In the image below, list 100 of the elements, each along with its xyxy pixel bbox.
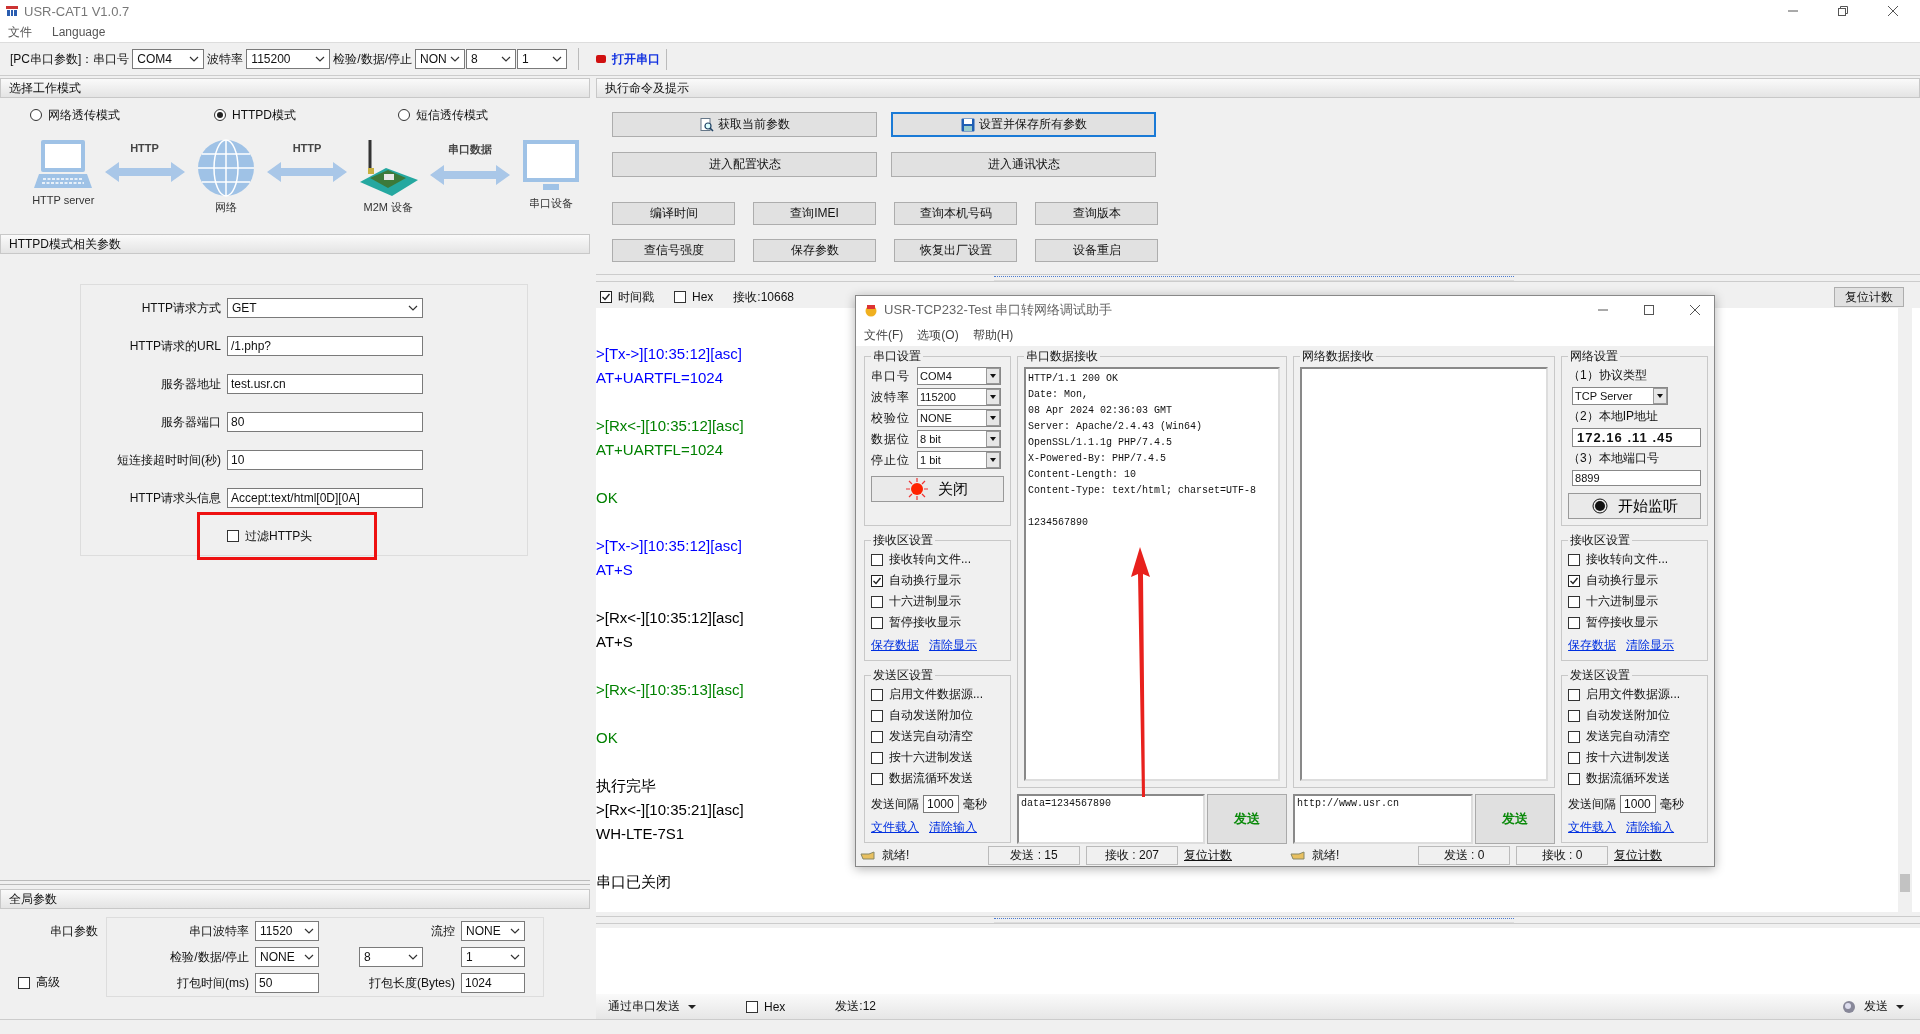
checkbox[interactable] bbox=[600, 291, 612, 303]
dropdown[interactable]: COM4 bbox=[917, 367, 1001, 385]
menu-item[interactable]: 帮助(H) bbox=[972, 326, 1014, 344]
checkbox[interactable] bbox=[1568, 616, 1581, 629]
dropdown[interactable]: TCP Server bbox=[1572, 387, 1669, 405]
checkbox[interactable] bbox=[746, 1000, 758, 1013]
dropdown[interactable]: 11520 bbox=[255, 921, 319, 941]
ip-field[interactable]: 172.16 .11 .45 bbox=[1572, 428, 1701, 447]
reset-count-button[interactable]: 复位计数 bbox=[1834, 287, 1904, 307]
dropdown[interactable]: 115200 bbox=[246, 49, 331, 69]
checkbox[interactable] bbox=[227, 530, 239, 542]
close-port-button[interactable]: 关闭 bbox=[871, 476, 1004, 502]
dropdown[interactable]: NONI bbox=[415, 49, 465, 69]
command-button[interactable]: 设备重启 bbox=[1035, 239, 1158, 262]
link[interactable]: 清除输入 bbox=[929, 819, 977, 836]
dropdown[interactable]: 1 bbox=[517, 49, 567, 69]
command-button[interactable]: 进入配置状态 bbox=[612, 152, 877, 177]
input-field[interactable]: /1.php? bbox=[227, 336, 423, 356]
interval-field[interactable]: 1000 bbox=[1620, 795, 1657, 813]
radio-button[interactable] bbox=[398, 109, 410, 121]
input-field[interactable]: 10 bbox=[227, 450, 423, 470]
checkbox[interactable] bbox=[871, 772, 883, 785]
dropdown[interactable]: 1 bbox=[461, 947, 525, 967]
checkbox[interactable] bbox=[871, 751, 883, 764]
menu-item[interactable]: Language bbox=[52, 25, 106, 39]
radio-button[interactable] bbox=[30, 109, 42, 121]
checkbox[interactable] bbox=[871, 730, 883, 743]
checkbox[interactable] bbox=[674, 291, 686, 303]
link[interactable]: 保存数据 bbox=[871, 637, 919, 654]
checkbox[interactable] bbox=[1568, 751, 1581, 764]
dropdown[interactable]: 8 bbox=[359, 947, 423, 967]
dropdown[interactable]: NONE bbox=[461, 921, 525, 941]
dropdown[interactable]: 8 bit bbox=[917, 430, 1001, 448]
command-button[interactable]: 设置并保存所有参数 bbox=[891, 112, 1156, 137]
checkbox-label: 十六进制显示 bbox=[889, 593, 961, 610]
reset-count-link[interactable]: 复位计数 bbox=[1184, 846, 1232, 864]
command-button[interactable]: 恢复出厂设置 bbox=[894, 239, 1017, 262]
checkbox[interactable] bbox=[1568, 574, 1581, 587]
maximize-icon[interactable] bbox=[1644, 305, 1654, 315]
close-icon[interactable] bbox=[1888, 6, 1898, 16]
send-field[interactable]: data=1234567890 bbox=[1016, 794, 1205, 844]
caret-icon bbox=[986, 431, 1000, 447]
input-field[interactable]: 50 bbox=[255, 973, 319, 993]
splitter-handle[interactable] bbox=[994, 276, 1514, 281]
checkbox[interactable] bbox=[1568, 730, 1581, 743]
checkbox[interactable] bbox=[18, 976, 30, 989]
menu-item[interactable]: 文件 bbox=[8, 23, 32, 41]
checkbox[interactable] bbox=[871, 595, 883, 608]
checkbox[interactable] bbox=[871, 709, 883, 722]
link[interactable]: 清除显示 bbox=[1626, 637, 1675, 654]
link[interactable]: 文件载入 bbox=[1568, 819, 1617, 836]
checkbox[interactable] bbox=[871, 616, 883, 629]
reset-count-link[interactable]: 复位计数 bbox=[1614, 846, 1662, 864]
checkbox[interactable] bbox=[1568, 553, 1581, 566]
splitter-handle[interactable] bbox=[994, 918, 1514, 923]
input-field[interactable]: Accept:text/html[0D][0A] bbox=[227, 488, 423, 508]
input-field[interactable]: test.usr.cn bbox=[227, 374, 423, 394]
group-label: 串口参数 bbox=[49, 923, 99, 940]
dropdown[interactable]: NONE bbox=[255, 947, 319, 967]
send-button[interactable]: 发送 bbox=[1842, 998, 1904, 1015]
dropdown[interactable]: 115200 bbox=[917, 388, 1001, 406]
command-button[interactable]: 获取当前参数 bbox=[612, 112, 877, 137]
checkbox[interactable] bbox=[1568, 709, 1581, 722]
checkbox[interactable] bbox=[871, 574, 883, 587]
checkbox[interactable] bbox=[1568, 595, 1581, 608]
restore-icon[interactable] bbox=[1838, 6, 1848, 16]
open-port-button[interactable]: 打开串口 bbox=[590, 48, 667, 70]
menu-item[interactable]: 选项(O) bbox=[917, 326, 959, 344]
input-field[interactable]: 1024 bbox=[461, 973, 525, 993]
checkbox[interactable] bbox=[1568, 688, 1581, 701]
link[interactable]: 文件载入 bbox=[871, 819, 919, 836]
input-field[interactable]: 80 bbox=[227, 412, 423, 432]
radio-button[interactable] bbox=[214, 109, 226, 121]
caret-icon bbox=[450, 56, 460, 62]
command-button[interactable]: 查询IMEI bbox=[753, 202, 876, 225]
checkbox[interactable] bbox=[1568, 772, 1581, 785]
send-mode-dropdown[interactable]: 通过串口发送 bbox=[608, 998, 696, 1015]
group-title: 网络设置 bbox=[1569, 348, 1620, 365]
dropdown[interactable]: 8 bbox=[466, 49, 516, 69]
listen-button[interactable]: 开始监听 bbox=[1568, 493, 1701, 519]
dropdown[interactable]: NONE bbox=[917, 409, 1001, 427]
checkbox[interactable] bbox=[871, 553, 883, 566]
command-button[interactable]: 编译时间 bbox=[612, 202, 735, 225]
dropdown[interactable]: GET bbox=[227, 298, 423, 318]
close-icon[interactable] bbox=[1690, 305, 1700, 315]
menu-item[interactable]: 文件(F) bbox=[864, 326, 904, 344]
dropdown[interactable]: 1 bit bbox=[917, 451, 1001, 469]
link[interactable]: 清除显示 bbox=[929, 637, 977, 654]
command-button[interactable]: 查询版本 bbox=[1035, 202, 1158, 225]
link[interactable]: 清除输入 bbox=[1626, 819, 1675, 836]
command-button[interactable]: 查信号强度 bbox=[612, 239, 735, 262]
send-field[interactable]: http://www.usr.cn bbox=[1292, 794, 1474, 844]
link[interactable]: 保存数据 bbox=[1568, 637, 1617, 654]
command-button[interactable]: 查询本机号码 bbox=[894, 202, 1017, 225]
port-field[interactable]: 8899 bbox=[1572, 470, 1701, 486]
checkbox[interactable] bbox=[871, 688, 883, 701]
command-button[interactable]: 保存参数 bbox=[753, 239, 876, 262]
interval-field[interactable]: 1000 bbox=[923, 795, 959, 813]
dropdown[interactable]: COM4 bbox=[132, 49, 205, 69]
command-button[interactable]: 进入通讯状态 bbox=[891, 152, 1156, 177]
